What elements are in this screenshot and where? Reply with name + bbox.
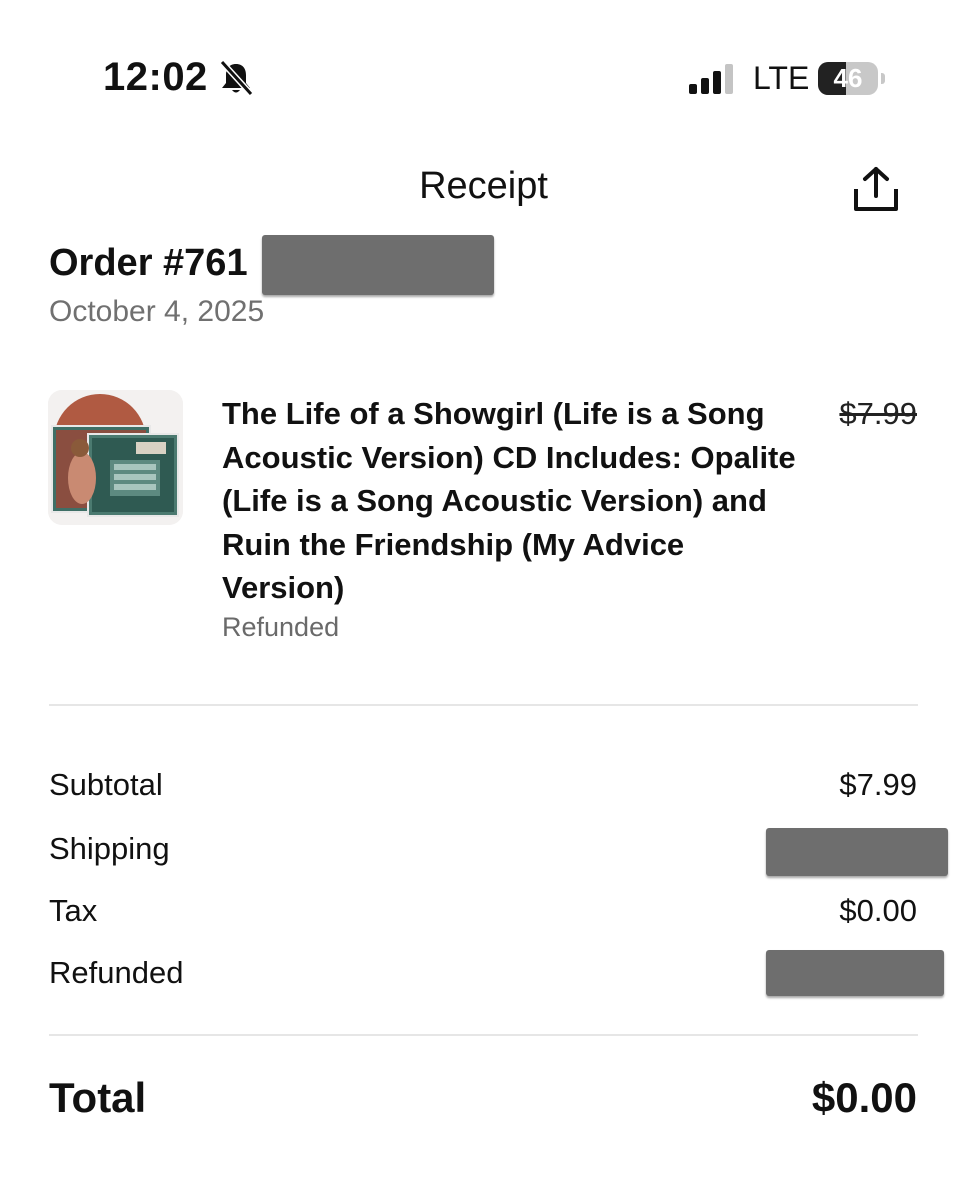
album-cover-image[interactable] <box>48 390 183 525</box>
battery-tip <box>881 73 885 84</box>
subtotal-value: $7.99 <box>839 767 917 802</box>
total-label: Total <box>49 1074 147 1121</box>
total-value: $0.00 <box>811 1074 917 1121</box>
tax-label: Tax <box>49 893 98 928</box>
item-title[interactable]: The Life of a Showgirl (Life is a Song A… <box>222 392 812 610</box>
tax-value: $0.00 <box>839 893 917 928</box>
shipping-label: Shipping <box>49 831 170 866</box>
battery-icon: 46 <box>818 62 888 96</box>
status-time: 12:02 <box>103 55 208 99</box>
bell-slash-icon <box>219 59 254 97</box>
redaction-block <box>766 828 948 876</box>
divider <box>49 704 918 706</box>
refunded-label: Refunded <box>49 955 184 990</box>
subtotal-label: Subtotal <box>49 767 163 802</box>
share-icon[interactable] <box>850 165 902 215</box>
network-type: LTE <box>753 60 810 96</box>
redaction-block <box>262 235 494 295</box>
album-cover-art <box>48 390 183 525</box>
redaction-block <box>766 950 944 996</box>
cellular-signal-icon <box>689 64 733 94</box>
order-date: October 4, 2025 <box>49 295 265 328</box>
page-title: Receipt <box>419 165 548 207</box>
divider <box>49 1034 918 1036</box>
battery-level: 46 <box>833 63 863 93</box>
item-price-struck: $7.99 <box>839 396 917 431</box>
order-number: Order #761 <box>49 242 248 284</box>
item-status: Refunded <box>222 612 340 642</box>
